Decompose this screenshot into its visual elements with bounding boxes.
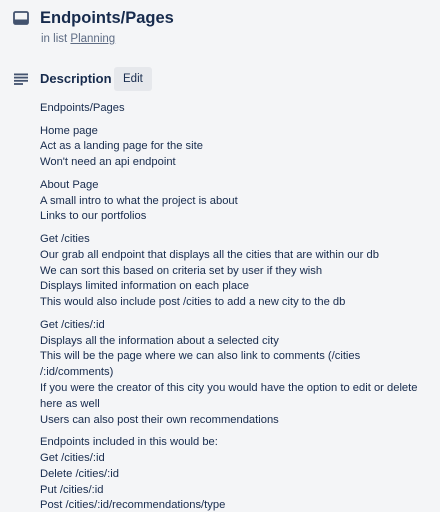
list-prefix: in list bbox=[41, 33, 68, 45]
description-line: If you were the creator of this city you… bbox=[40, 381, 418, 394]
description-line: Users can also post their own recommenda… bbox=[40, 413, 279, 426]
description-line: Displays all the information about a sel… bbox=[40, 334, 279, 347]
description-line: Endpoints included in this would be: bbox=[40, 436, 218, 449]
description-paragraph: Home page Act as a landing page for the s… bbox=[40, 124, 436, 171]
description-line: This would also include post /cities to … bbox=[40, 296, 346, 309]
description-line: This will be the page where we can also … bbox=[40, 350, 361, 363]
description-line: Home page bbox=[40, 124, 98, 137]
description-line: About Page bbox=[40, 178, 99, 191]
list-link[interactable]: Planning bbox=[70, 33, 115, 45]
card-list-info: in list Planning bbox=[41, 31, 115, 47]
description-line: Get /cities/:id bbox=[40, 451, 105, 464]
description-paragraph: About Page A small intro to what the proj… bbox=[40, 178, 436, 225]
description-body[interactable]: Endpoints/Pages Home page Act as a landing… bbox=[40, 101, 436, 512]
description-line: Delete /cities/:id bbox=[40, 467, 119, 480]
description-paragraph: Endpoints/Pages bbox=[40, 101, 436, 117]
description-line: Won't need an api endpoint bbox=[40, 156, 176, 169]
description-line: Displays limited information on each pla… bbox=[40, 280, 249, 293]
description-line: We can sort this based on criteria set b… bbox=[40, 264, 323, 277]
description-line: /:id/comments) bbox=[40, 366, 114, 379]
description-paragraph: Endpoints included in this would be: Get … bbox=[40, 435, 436, 512]
card-title[interactable]: Endpoints/Pages bbox=[40, 7, 174, 29]
card-icon bbox=[13, 11, 29, 25]
description-lines-icon bbox=[14, 73, 28, 85]
description-paragraph: Get /cities Our grab all endpoint that di… bbox=[40, 232, 436, 311]
description-line: Endpoints/Pages bbox=[40, 102, 125, 114]
description-line: A small intro to what the project is abo… bbox=[40, 194, 238, 207]
description-line: Our grab all endpoint that displays all … bbox=[40, 248, 379, 261]
description-line: Put /cities/:id bbox=[40, 483, 104, 496]
description-line: here as well bbox=[40, 397, 100, 410]
description-line: Links to our portfolios bbox=[40, 210, 147, 223]
description-heading: Description bbox=[40, 71, 112, 86]
description-line: Get /cities bbox=[40, 232, 90, 245]
edit-description-button[interactable]: Edit bbox=[114, 67, 152, 91]
description-line: Post /cities/:id/recommendations/type bbox=[40, 499, 226, 512]
description-paragraph: Get /cities/:id Displays all the informat… bbox=[40, 318, 436, 429]
description-line: Get /cities/:id bbox=[40, 318, 105, 331]
description-line: Act as a landing page for the site bbox=[40, 140, 203, 153]
card-detail: Endpoints/Pages in list Planning Descrip… bbox=[0, 0, 440, 512]
